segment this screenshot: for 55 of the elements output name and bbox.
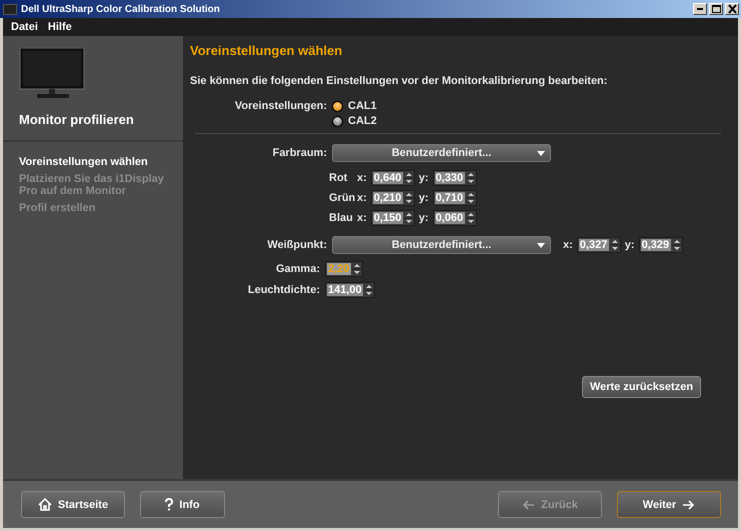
field-label: Gamma: bbox=[274, 263, 320, 275]
minimize-button[interactable] bbox=[693, 3, 707, 15]
spin-box[interactable]: 0,210 bbox=[370, 190, 415, 206]
axis-label: y: bbox=[418, 172, 429, 184]
right-arrow-icon bbox=[682, 500, 696, 510]
spin-box[interactable]: 0,710 bbox=[432, 190, 477, 206]
spin-box[interactable]: 0,329 bbox=[638, 237, 683, 253]
dropdown[interactable]: Benutzerdefiniert... bbox=[332, 144, 551, 162]
spin-box[interactable]: 0,330 bbox=[432, 170, 477, 186]
left-arrow-icon bbox=[522, 500, 536, 510]
field-label: Blau bbox=[329, 212, 353, 224]
page-title: Voreinstellungen wählen bbox=[190, 43, 344, 58]
axis-label: x: bbox=[357, 172, 367, 184]
sidebar-heading: Monitor profilieren bbox=[19, 112, 135, 127]
close-button[interactable] bbox=[725, 3, 739, 15]
step-item: Voreinstellungen wählen bbox=[19, 156, 149, 168]
field-label: Rot bbox=[329, 172, 348, 184]
spin-box[interactable]: 0,150 bbox=[370, 210, 415, 226]
spin-box[interactable]: 0,640 bbox=[370, 170, 415, 186]
field-label: Farbraum: bbox=[272, 147, 327, 159]
maximize-icon bbox=[710, 4, 722, 14]
dropdown[interactable]: Benutzerdefiniert... bbox=[332, 236, 551, 254]
field-label: Weißpunkt: bbox=[266, 239, 327, 251]
axis-label: y: bbox=[418, 192, 429, 204]
caret-icon bbox=[537, 243, 545, 248]
maximize-button[interactable] bbox=[709, 3, 723, 15]
axis-label: y: bbox=[624, 239, 635, 251]
axis-label: x: bbox=[357, 192, 367, 204]
minimize-icon bbox=[697, 8, 703, 10]
axis-label: x: bbox=[563, 239, 573, 251]
caret-icon bbox=[537, 151, 545, 156]
menu-item[interactable]: Hilfe bbox=[48, 21, 72, 33]
field-label: Grün bbox=[329, 192, 353, 204]
menu-item[interactable]: Datei bbox=[11, 21, 38, 33]
field-label: Leuchtdichte: bbox=[246, 284, 320, 296]
home-icon bbox=[38, 498, 52, 511]
axis-label: x: bbox=[357, 212, 367, 224]
close-icon bbox=[726, 4, 738, 14]
radio-button[interactable]: CAL2 bbox=[332, 115, 377, 127]
step-item: Platzieren Sie das i1Display Pro auf dem Monitor bbox=[19, 173, 165, 197]
window-title: Dell UltraSharp Color Calibration Solution bbox=[21, 4, 221, 14]
question-mark-icon bbox=[165, 498, 174, 511]
field-label: Voreinstellungen: bbox=[234, 100, 327, 112]
radio-button[interactable]: CAL1 bbox=[332, 100, 377, 112]
spin-box[interactable]: 141,00 bbox=[325, 282, 375, 298]
reset-button[interactable]: Werte zurücksetzen bbox=[582, 376, 701, 398]
info-button[interactable]: Info bbox=[140, 491, 225, 518]
instruction-text: Sie können die folgenden Einstellungen vor der Monitorkalibrierung bearbeiten: bbox=[190, 75, 608, 87]
spin-box[interactable]: 0,327 bbox=[576, 237, 621, 253]
axis-label: y: bbox=[418, 212, 429, 224]
next-button[interactable]: Weiter bbox=[617, 491, 721, 518]
app-icon bbox=[3, 4, 17, 14]
home-button[interactable]: Startseite bbox=[21, 491, 125, 518]
step-item: Profil erstellen bbox=[19, 202, 96, 214]
spin-box[interactable]: 0,060 bbox=[432, 210, 477, 226]
